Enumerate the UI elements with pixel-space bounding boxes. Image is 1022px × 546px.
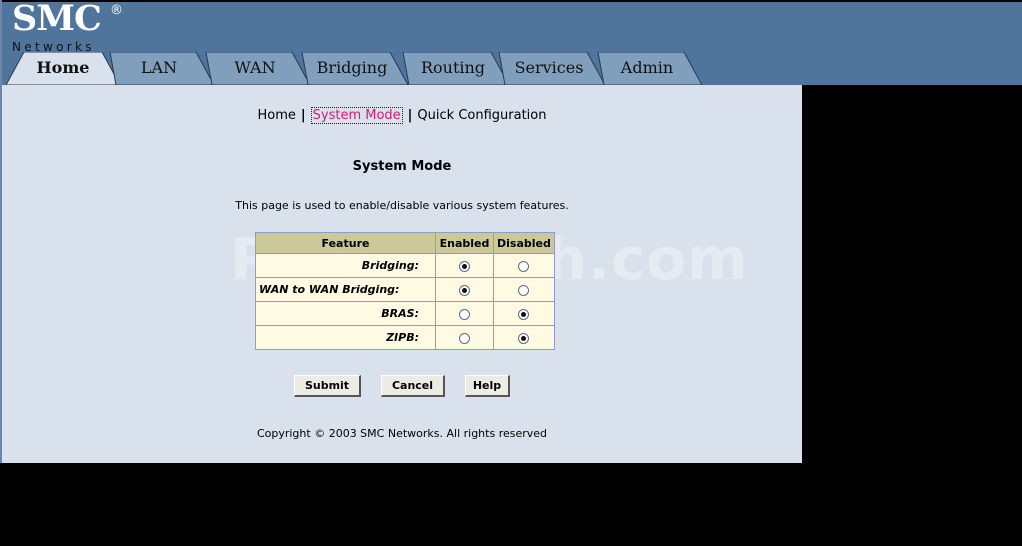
wan-bridging-enabled-radio[interactable] xyxy=(459,284,470,296)
empty-frame-area xyxy=(802,85,1022,546)
disabled-cell xyxy=(493,325,555,350)
tab-label: Services xyxy=(514,58,584,77)
bridging-disabled-radio[interactable] xyxy=(518,260,530,272)
disabled-cell xyxy=(493,253,555,278)
bras-enabled-radio[interactable] xyxy=(459,308,470,320)
header-feature: Feature xyxy=(255,232,436,254)
logo-brand: SMC xyxy=(12,0,102,39)
smc-logo: SMC ® Networks xyxy=(12,0,123,55)
cancel-button[interactable]: Cancel xyxy=(381,375,445,397)
table-header-row: Feature Enabled Disabled xyxy=(255,232,555,254)
bras-disabled-radio[interactable] xyxy=(518,308,530,320)
enabled-cell xyxy=(435,277,494,302)
zipb-disabled-radio[interactable] xyxy=(518,332,530,344)
feature-label-bras: BRAS: xyxy=(255,301,436,326)
browser-frame: SMC ® Networks Home LAN WAN Bridging Rou… xyxy=(0,0,1022,546)
registered-mark: ® xyxy=(110,3,123,18)
tab-home[interactable]: Home xyxy=(6,52,120,85)
wan-bridging-disabled-radio[interactable] xyxy=(518,284,530,296)
tab-services[interactable]: Services xyxy=(493,52,605,85)
header-disabled: Disabled xyxy=(493,232,555,254)
disabled-cell xyxy=(493,301,555,326)
tab-label: Bridging xyxy=(316,58,388,77)
main-content: Home | System Mode | Quick Configuration Sys… xyxy=(2,85,802,463)
enabled-cell xyxy=(435,325,494,350)
tab-lan[interactable]: LAN xyxy=(104,52,214,85)
breadcrumb-quick-config-link[interactable]: Quick Configuration xyxy=(417,108,546,123)
breadcrumb-system-mode-link[interactable]: System Mode xyxy=(310,107,403,124)
enabled-cell xyxy=(435,253,494,278)
tab-bridging[interactable]: Bridging xyxy=(296,52,408,85)
feature-table: Feature Enabled Disabled Bridging: WAN t… xyxy=(255,232,555,350)
main-tabs: Home LAN WAN Bridging Routing Services A… xyxy=(0,52,710,85)
table-row: Bridging: xyxy=(255,253,555,278)
feature-label-bridging: Bridging: xyxy=(255,253,436,278)
header-enabled: Enabled xyxy=(435,232,494,254)
breadcrumb-home-link[interactable]: Home xyxy=(258,108,296,123)
table-row: BRAS: xyxy=(255,301,555,326)
submit-button[interactable]: Submit xyxy=(294,375,361,397)
breadcrumb-separator: | xyxy=(300,108,306,123)
table-row: WAN to WAN Bridging: xyxy=(255,277,555,302)
breadcrumb-separator: | xyxy=(407,108,413,123)
tab-label: WAN xyxy=(234,58,276,77)
page-description: This page is used to enable/disable vari… xyxy=(235,199,569,212)
tab-admin[interactable]: Admin xyxy=(592,52,702,85)
copyright-notice: Copyright © 2003 SMC Networks. All right… xyxy=(256,427,548,440)
feature-label-wan-bridging: WAN to WAN Bridging: xyxy=(255,277,436,302)
disabled-cell xyxy=(493,277,555,302)
breadcrumb: Home | System Mode | Quick Configuration xyxy=(2,107,802,124)
feature-label-zipb: ZIPB: xyxy=(255,325,436,350)
help-button[interactable]: Help xyxy=(465,375,510,397)
table-row: ZIPB: xyxy=(255,325,555,350)
page-title: System Mode xyxy=(352,159,452,174)
tab-wan[interactable]: WAN xyxy=(200,52,310,85)
bridging-enabled-radio[interactable] xyxy=(459,260,470,272)
tab-label: Home xyxy=(36,58,90,77)
tab-label: LAN xyxy=(140,58,178,77)
tab-label: Admin xyxy=(620,58,674,77)
enabled-cell xyxy=(435,301,494,326)
zipb-enabled-radio[interactable] xyxy=(459,332,470,344)
